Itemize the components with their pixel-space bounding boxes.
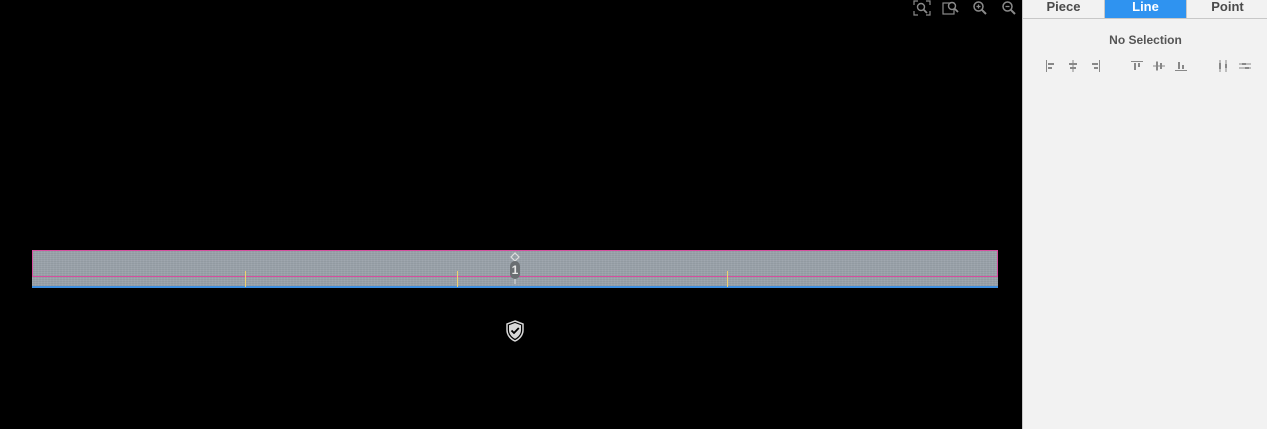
panel-tabs: Piece Line Point xyxy=(1023,0,1267,19)
notch-mark[interactable] xyxy=(457,271,458,287)
distribute-vertical-icon[interactable] xyxy=(1237,58,1253,74)
align-left-icon[interactable] xyxy=(1043,58,1059,74)
notch-mark[interactable] xyxy=(727,271,728,287)
shield-check-icon[interactable] xyxy=(505,320,525,342)
selection-status: No Selection xyxy=(1109,33,1182,47)
distribute-horizontal-icon[interactable] xyxy=(1215,58,1231,74)
align-right-icon[interactable] xyxy=(1087,58,1103,74)
zoom-fit-icon[interactable] xyxy=(912,0,932,16)
piece-marker[interactable]: 1 xyxy=(508,252,522,284)
zoom-out-icon[interactable] xyxy=(999,0,1019,16)
tab-piece[interactable]: Piece xyxy=(1023,0,1105,18)
notch-mark[interactable] xyxy=(245,271,246,287)
align-bottom-icon[interactable] xyxy=(1173,58,1189,74)
tab-line[interactable]: Line xyxy=(1105,0,1187,18)
tab-point[interactable]: Point xyxy=(1187,0,1267,18)
align-middle-vertical-icon[interactable] xyxy=(1151,58,1167,74)
align-center-horizontal-icon[interactable] xyxy=(1065,58,1081,74)
zoom-in-icon[interactable] xyxy=(970,0,990,16)
properties-panel: Piece Line Point No Selection xyxy=(1022,0,1267,429)
align-top-icon[interactable] xyxy=(1129,58,1145,74)
marker-number: 1 xyxy=(511,263,519,277)
zoom-selection-icon[interactable] xyxy=(941,0,961,16)
canvas-area[interactable]: 1 xyxy=(0,0,1022,429)
alignment-toolbar xyxy=(1023,58,1267,74)
piece-edge-line[interactable] xyxy=(32,286,998,288)
